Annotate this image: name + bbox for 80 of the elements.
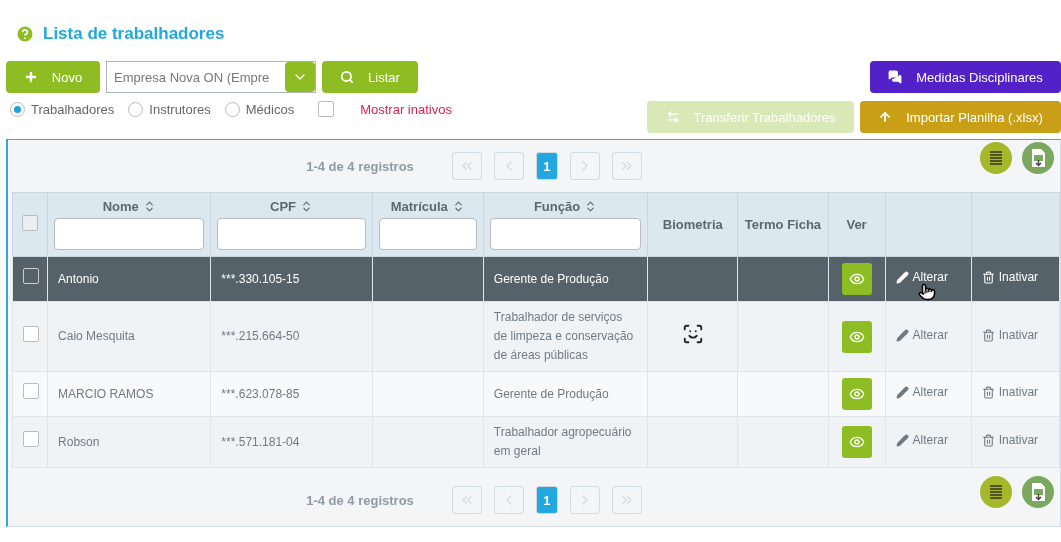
first-page-button[interactable] — [451, 152, 482, 180]
list-button[interactable]: Listar — [322, 61, 418, 93]
view-button[interactable] — [841, 263, 872, 295]
trash-icon — [981, 386, 995, 399]
company-select[interactable]: Empresa Nova ON (Empre — [106, 61, 316, 93]
filter-field[interactable] — [489, 218, 642, 250]
last-page-button[interactable] — [611, 486, 642, 514]
next-page-button[interactable] — [569, 152, 600, 180]
edit-link[interactable]: Alterar — [895, 325, 948, 345]
page-button[interactable]: 1 — [535, 152, 558, 180]
disciplinary-button[interactable]: Medidas Disciplinares — [870, 61, 1061, 93]
new-button[interactable]: Novo — [6, 61, 100, 93]
table-row[interactable]: Robson ***.571.181-04 Trabalhador agropecuário em geral Alterar Inativar — [12, 416, 1060, 468]
eye-icon — [848, 386, 865, 402]
pencil-icon — [895, 434, 909, 447]
eye-icon — [848, 271, 865, 287]
table-cell: Gerente de Produção — [493, 386, 609, 401]
table-cell: Trabalhador agropecuário em geral — [493, 425, 632, 458]
radio-option[interactable]: Médicos — [224, 101, 295, 117]
trash-icon — [981, 271, 995, 284]
previous-page-button[interactable] — [493, 486, 524, 514]
pencil-icon — [895, 386, 909, 399]
plus-icon — [23, 70, 38, 84]
pencil-icon — [895, 271, 909, 284]
page-button[interactable]: 1 — [535, 486, 558, 514]
table-cell: Caio Mesquita — [58, 329, 135, 343]
deactivate-link[interactable]: Inativar — [981, 325, 1039, 345]
spreadsheet-download-icon[interactable] — [1022, 476, 1054, 508]
row-checkbox[interactable] — [23, 431, 39, 447]
row-checkbox[interactable] — [23, 325, 39, 342]
last-page-button[interactable] — [611, 152, 642, 180]
arrow-up-icon — [878, 110, 893, 124]
table-cell: MARCIO RAMOS — [58, 386, 154, 401]
search-icon — [340, 70, 355, 84]
radio-option[interactable]: Trabalhadores — [10, 101, 115, 117]
filter-field[interactable] — [54, 218, 205, 250]
trash-icon — [981, 434, 995, 447]
table-cell: ***.330.105-15 — [221, 271, 300, 286]
column-header[interactable]: Função — [533, 199, 581, 214]
record-count: 1-4 de 4 registros — [306, 158, 414, 174]
table-cell: Robson — [58, 434, 100, 449]
first-page-button[interactable] — [451, 486, 482, 514]
pencil-icon — [895, 328, 909, 342]
table-cell: ***.571.181-04 — [221, 434, 300, 449]
table-cell: ***.215.664-50 — [221, 329, 300, 343]
table-row[interactable]: Antonio ***.330.105-15 Gerente de Produção Alterar Inativar — [12, 256, 1060, 302]
column-header[interactable]: CPF — [270, 199, 296, 214]
spreadsheet-download-icon[interactable] — [1022, 142, 1054, 174]
column-header: Termo Ficha — [744, 217, 822, 232]
table-row[interactable]: MARCIO RAMOS ***.623.078-85 Gerente de Produção Alterar Inativar — [12, 371, 1060, 417]
checkbox[interactable] — [318, 101, 335, 117]
table-cell: Trabalhador de serviços de limpeza e conservação de áreas públicas — [493, 310, 634, 362]
radio-option[interactable]: Instrutores — [128, 101, 211, 117]
table-cell: Gerente de Produção — [493, 271, 609, 286]
filter-field[interactable] — [378, 218, 477, 250]
import-button[interactable]: Importar Planilha (.xlsx) — [860, 101, 1061, 133]
row-checkbox[interactable] — [23, 268, 39, 284]
list-icon[interactable] — [980, 142, 1012, 174]
cursor-icon — [917, 283, 936, 301]
page-title: Lista de trabalhadores — [43, 24, 225, 44]
filter-field[interactable] — [217, 218, 366, 250]
list-icon[interactable] — [980, 476, 1012, 508]
row-checkbox[interactable] — [23, 383, 39, 399]
table-row[interactable]: Caio Mesquita ***.215.664-50 Trabalhador de serviços de limpeza e conservação de áreas públicas Alterar Inativar — [12, 301, 1060, 372]
column-header[interactable]: Matrícula — [390, 199, 448, 214]
table-cell: Antonio — [58, 271, 99, 286]
eye-icon — [848, 434, 865, 450]
table-cell: ***.623.078-85 — [221, 386, 300, 401]
trash-icon — [981, 328, 995, 342]
column-header: Ver — [846, 217, 867, 232]
column-header: Biometria — [662, 217, 723, 232]
sort-icon[interactable] — [300, 200, 313, 213]
previous-page-button[interactable] — [493, 152, 524, 180]
column-header[interactable]: Nome — [102, 199, 139, 214]
next-page-button[interactable] — [569, 486, 600, 514]
select-all-checkbox[interactable] — [22, 215, 39, 231]
swap-arrows-icon — [665, 110, 680, 124]
help-icon[interactable] — [15, 24, 35, 44]
chat-bubbles-icon — [888, 70, 903, 84]
record-count: 1-4 de 4 registros — [306, 492, 414, 508]
